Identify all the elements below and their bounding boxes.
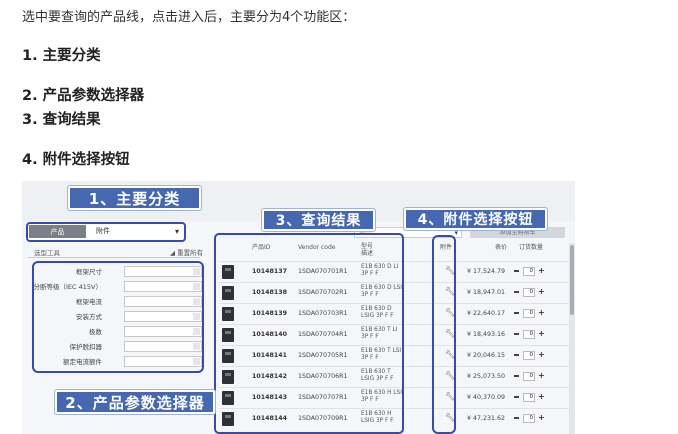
selector-row: 保护脱扣器 bbox=[34, 341, 202, 353]
results-highlight-box bbox=[214, 233, 404, 434]
price: ¥ 25,073.50 bbox=[467, 373, 506, 380]
selector-label: 安装方式 bbox=[76, 313, 102, 321]
embedded-screenshot: 产品 附件 ▾ 选型工具 ◢ 重置所有 框架尺寸 分断等级（IEC 415V） … bbox=[22, 181, 575, 434]
scrollbar-thumb[interactable] bbox=[570, 245, 574, 315]
col-header-price: 表价 bbox=[495, 244, 508, 251]
minus-icon[interactable] bbox=[514, 312, 519, 314]
col-header-qty: 订货数量 bbox=[519, 244, 544, 251]
callout-accessory-button: 4、附件选择按钮 bbox=[404, 208, 547, 230]
price: ¥ 22,640.17 bbox=[467, 310, 506, 317]
quantity-stepper: 0 + bbox=[514, 392, 546, 402]
accessory-highlight-box bbox=[432, 235, 456, 434]
minus-icon[interactable] bbox=[514, 375, 519, 377]
quantity-stepper: 0 + bbox=[514, 266, 546, 276]
callout-param-selector: 2、产品参数选择器 bbox=[55, 390, 215, 414]
heading-query-results: 3. 查询结果 bbox=[22, 112, 101, 128]
tab-accessory-label: 附件 bbox=[96, 227, 110, 235]
quantity-stepper: 0 + bbox=[514, 308, 546, 318]
price: ¥ 18,947.01 bbox=[467, 289, 506, 296]
heading-accessory-button: 4. 附件选择按钮 bbox=[22, 152, 130, 168]
selector-row: 额定电流额件 bbox=[34, 356, 202, 368]
minus-icon[interactable] bbox=[514, 270, 519, 272]
mounting-select[interactable] bbox=[124, 311, 202, 322]
minus-icon[interactable] bbox=[514, 333, 519, 335]
price: ¥ 40,370.09 bbox=[467, 394, 506, 401]
qty-input[interactable]: 0 bbox=[523, 351, 535, 360]
plus-icon[interactable]: + bbox=[538, 371, 545, 380]
main-category-tabs: 产品 附件 ▾ bbox=[26, 222, 186, 242]
qty-input[interactable]: 0 bbox=[523, 309, 535, 318]
qty-input[interactable]: 0 bbox=[523, 372, 535, 381]
qty-input[interactable]: 0 bbox=[523, 288, 535, 297]
minus-icon[interactable] bbox=[514, 291, 519, 293]
divider bbox=[28, 257, 200, 258]
selector-label: 保护脱扣器 bbox=[69, 343, 103, 351]
plus-icon[interactable]: + bbox=[538, 392, 545, 401]
intro-text: 选中要查询的产品线，点击进入后，主要分为4个功能区： bbox=[22, 10, 356, 25]
qty-input[interactable]: 0 bbox=[523, 414, 535, 423]
rated-current-select[interactable] bbox=[124, 356, 202, 367]
reset-all-button[interactable]: ◢ 重置所有 bbox=[170, 247, 203, 257]
heading-param-selector: 2. 产品参数选择器 bbox=[22, 88, 145, 104]
quantity-stepper: 0 + bbox=[514, 329, 546, 339]
frame-current-select[interactable] bbox=[124, 296, 202, 307]
chevron-down-icon: ▾ bbox=[174, 227, 179, 236]
qty-input[interactable]: 0 bbox=[523, 393, 535, 402]
price: ¥ 20,046.15 bbox=[467, 352, 506, 359]
callout-query-results: 3、查询结果 bbox=[262, 209, 375, 231]
price: ¥ 17,524.79 bbox=[467, 268, 506, 275]
breaking-capacity-select[interactable] bbox=[124, 281, 202, 292]
selector-label: 极数 bbox=[89, 328, 102, 336]
selector-row: 极数 bbox=[34, 326, 202, 338]
tab-product[interactable]: 产品 bbox=[29, 225, 86, 238]
quantity-stepper: 0 + bbox=[514, 371, 546, 381]
selector-row: 分断等级（IEC 415V） bbox=[34, 281, 202, 293]
poles-select[interactable] bbox=[124, 326, 202, 337]
price: ¥ 18,493.16 bbox=[467, 331, 506, 338]
selector-label: 分断等级（IEC 415V） bbox=[33, 283, 102, 291]
minus-icon[interactable] bbox=[514, 354, 519, 356]
selector-title: 选型工具 bbox=[34, 249, 60, 257]
selector-label: 额定电流额件 bbox=[63, 358, 102, 366]
quantity-stepper: 0 + bbox=[514, 287, 546, 297]
trip-unit-select[interactable] bbox=[124, 341, 202, 352]
tab-accessory[interactable]: 附件 ▾ bbox=[86, 225, 183, 238]
selector-row: 框架尺寸 bbox=[34, 266, 202, 278]
param-selector-panel: 框架尺寸 分断等级（IEC 415V） 框架电流 安装方式 极数 保护脱扣器 额… bbox=[32, 261, 204, 373]
heading-main-category: 1. 主要分类 bbox=[22, 48, 101, 64]
plus-icon[interactable]: + bbox=[538, 413, 545, 422]
callout-main-category: 1、主要分类 bbox=[68, 186, 201, 210]
minus-icon[interactable] bbox=[514, 417, 519, 419]
selector-row: 安装方式 bbox=[34, 311, 202, 323]
frame-size-select[interactable] bbox=[124, 266, 202, 277]
minus-icon[interactable] bbox=[514, 396, 519, 398]
qty-input[interactable]: 0 bbox=[523, 330, 535, 339]
quantity-stepper: 0 + bbox=[514, 413, 546, 423]
plus-icon[interactable]: + bbox=[538, 266, 545, 275]
plus-icon[interactable]: + bbox=[538, 329, 545, 338]
selector-label: 框架尺寸 bbox=[76, 268, 102, 276]
selector-label: 框架电流 bbox=[76, 298, 102, 306]
quantity-stepper: 0 + bbox=[514, 350, 546, 360]
plus-icon[interactable]: + bbox=[538, 308, 545, 317]
plus-icon[interactable]: + bbox=[538, 350, 545, 359]
price: ¥ 47,231.62 bbox=[467, 415, 506, 422]
selector-row: 框架电流 bbox=[34, 296, 202, 308]
qty-input[interactable]: 0 bbox=[523, 267, 535, 276]
plus-icon[interactable]: + bbox=[538, 287, 545, 296]
